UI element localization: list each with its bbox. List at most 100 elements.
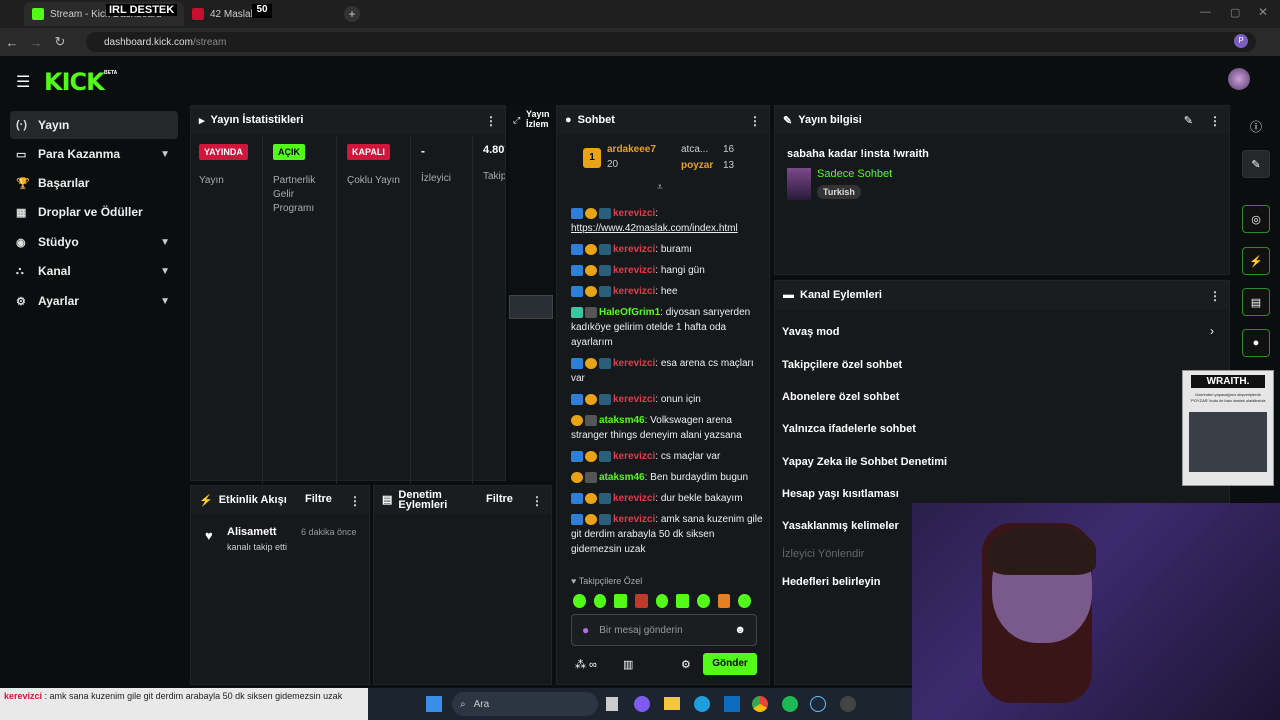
wallet-icon: ▭ <box>16 148 27 161</box>
sidebar-item-droplar[interactable]: ▦ Droplar ve Ödüller <box>10 198 178 226</box>
microphone-icon[interactable]: ● <box>582 623 589 637</box>
obs-icon[interactable] <box>840 696 856 712</box>
activity-text: kanalı takip etti <box>227 542 288 552</box>
stat-value: - <box>421 144 425 158</box>
chat-message-list: kerevizci: https://www.42maslak.com/inde… <box>569 206 765 557</box>
more-options-icon[interactable]: ⋮ <box>531 494 543 508</box>
lightning-rail-icon[interactable]: ⚡ <box>1242 247 1270 275</box>
more-options-icon[interactable]: ⋮ <box>349 494 361 508</box>
chevron-right-icon[interactable]: › <box>1210 324 1214 338</box>
task-view-icon[interactable] <box>606 697 618 711</box>
gear-icon[interactable]: ⚙ <box>681 658 691 671</box>
rank-1-icon: 1 <box>583 148 601 168</box>
back-icon[interactable]: ← <box>0 35 24 50</box>
camera-rail-icon[interactable]: ◎ <box>1242 205 1270 233</box>
goals-action[interactable]: Hedefleri belirleyin <box>782 576 880 588</box>
sidebar-item-studyo[interactable]: ◉ Stüdyo ▼ <box>10 228 178 256</box>
more-options-icon[interactable]: ⋮ <box>749 114 761 128</box>
sidebar-item-yayin[interactable]: (·) Yayın <box>10 111 178 139</box>
filter-button[interactable]: Filtre <box>305 493 332 505</box>
leader-name[interactable]: atca... <box>681 144 708 155</box>
sidebar-item-label: Ayarlar <box>38 294 79 308</box>
sidebar-item-basarilar[interactable]: 🏆 Başarılar <box>10 169 178 197</box>
emote-bar[interactable] <box>573 594 753 610</box>
more-options-icon[interactable]: ⋮ <box>1209 114 1221 128</box>
activity-feed-panel: ⚡ Etkinlik Akışı Filtre ⋮ ♥ Alisamett 6 … <box>190 485 370 685</box>
ad-brand: WRAITH. <box>1191 375 1265 388</box>
spotify-icon[interactable] <box>782 696 798 712</box>
stat-yayin: YAYINDA Yayın <box>191 136 263 484</box>
ai-moderation-action[interactable]: Yapay Zeka ile Sohbet Denetimi <box>782 456 947 468</box>
wrench-icon: ✎ <box>783 114 793 127</box>
file-explorer-icon[interactable] <box>664 697 680 710</box>
chat-message: kerevizci: esa arena cs maçları var <box>571 357 754 384</box>
edit-rail-icon[interactable]: ✎ <box>1242 150 1270 178</box>
panel-title: Sohbet <box>577 114 615 126</box>
store-icon[interactable] <box>724 696 740 712</box>
account-age-action[interactable]: Hesap yaşı kısıtlaması <box>782 488 899 500</box>
sidebar-item-kanal[interactable]: ⛬ Kanal ▼ <box>10 257 178 285</box>
steam-icon[interactable] <box>810 696 826 712</box>
edit-icon[interactable]: ✎ <box>1184 114 1193 127</box>
minimize-icon[interactable]: — <box>1200 6 1211 18</box>
send-button[interactable]: Gönder <box>703 653 757 675</box>
leader-name[interactable]: ardakeee7 <box>607 144 656 155</box>
stat-viewers: - İzleyici <box>413 136 473 484</box>
info-icon[interactable]: ⓘ <box>1250 118 1262 135</box>
leader-name[interactable]: poyzar <box>681 160 713 171</box>
banned-words-action[interactable]: Yasaklanmış kelimeler <box>782 520 899 532</box>
sidebar-item-para-kazanma[interactable]: ▭ Para Kazanma ▼ <box>10 140 178 168</box>
browser-tab-bar: Stream - Kick Dashboard 42 Maslak IRL DE… <box>0 0 1280 28</box>
taskbar-search[interactable]: ⌕ Ara <box>452 692 598 716</box>
tools-icon[interactable]: ⁂ ∞ <box>575 658 597 671</box>
stream-thumbnail[interactable] <box>509 295 553 319</box>
gift-icon: ▦ <box>16 206 27 219</box>
expand-icon[interactable]: ⤢ <box>513 115 520 126</box>
beta-label: BETA <box>104 70 118 76</box>
chat-input[interactable]: ● Bir mesaj gönderin ☻ <box>571 614 757 646</box>
raid-action: İzleyici Yönlendir <box>782 548 865 560</box>
copilot-icon[interactable] <box>634 696 650 712</box>
document-icon: ▤ <box>382 494 393 506</box>
chat-message: kerevizci: amk sana kuzenim gile git der… <box>571 513 763 555</box>
tab-label: 42 Maslak <box>210 8 256 20</box>
slow-mode-action[interactable]: Yavaş mod <box>782 326 839 338</box>
kick-logo[interactable]: KICK <box>44 68 105 96</box>
maximize-icon[interactable]: ▢ <box>1230 6 1240 19</box>
sidebar-item-ayarlar[interactable]: ⚙ Ayarlar ▼ <box>10 287 178 315</box>
emotes-only-action[interactable]: Yalnızca ifadelerle sohbet <box>782 423 916 435</box>
close-window-icon[interactable]: ✕ <box>1258 5 1268 19</box>
forward-icon[interactable]: → <box>24 35 48 50</box>
stat-label: Yayın <box>199 175 224 186</box>
hammer-icon: ▬ <box>783 289 794 301</box>
activity-header: ⚡ Etkinlik Akışı <box>191 486 369 514</box>
emoji-icon[interactable]: ☻ <box>734 624 746 636</box>
hamburger-menu-icon[interactable]: ☰ <box>16 72 30 92</box>
sidebar-item-label: Başarılar <box>38 176 90 190</box>
user-avatar[interactable] <box>1228 68 1250 90</box>
url-field[interactable]: dashboard.kick.com/stream <box>86 32 1256 52</box>
chrome-icon[interactable] <box>752 696 768 712</box>
followers-only-action[interactable]: Takipçilere özel sohbet <box>782 359 902 371</box>
new-tab-icon[interactable]: + <box>344 6 360 22</box>
windows-start-icon[interactable] <box>426 696 442 712</box>
reload-icon[interactable]: ↻ <box>48 34 72 50</box>
followers-only-label: ♥ Takipçilere Özel <box>571 576 643 586</box>
chat-placeholder: Bir mesaj gönderin <box>599 624 683 636</box>
edge-icon[interactable] <box>694 696 710 712</box>
panel-title: Denetim Eylemleri <box>398 489 448 511</box>
chat-message: kerevizci: cs maçlar var <box>569 449 765 464</box>
collapse-icon[interactable]: ⩡ <box>657 182 663 193</box>
chat-rail-icon[interactable]: ● <box>1242 329 1270 357</box>
document-rail-icon[interactable]: ▤ <box>1242 288 1270 316</box>
subscribers-only-action[interactable]: Abonelere özel sohbet <box>782 391 899 403</box>
store-icon[interactable]: ▥ <box>623 658 633 671</box>
chat-header: ● Sohbet <box>557 106 769 134</box>
more-options-icon[interactable]: ⋮ <box>485 114 497 128</box>
stats-panel: ▸ Yayın İstatistikleri ⋮ YAYINDA Yayın A… <box>190 105 506 484</box>
category-link[interactable]: Sadece Sohbet <box>817 168 892 180</box>
more-options-icon[interactable]: ⋮ <box>1209 289 1221 303</box>
profile-avatar[interactable]: P <box>1234 34 1248 48</box>
activity-user[interactable]: Alisamett <box>227 526 277 538</box>
filter-button[interactable]: Filtre <box>486 493 513 505</box>
